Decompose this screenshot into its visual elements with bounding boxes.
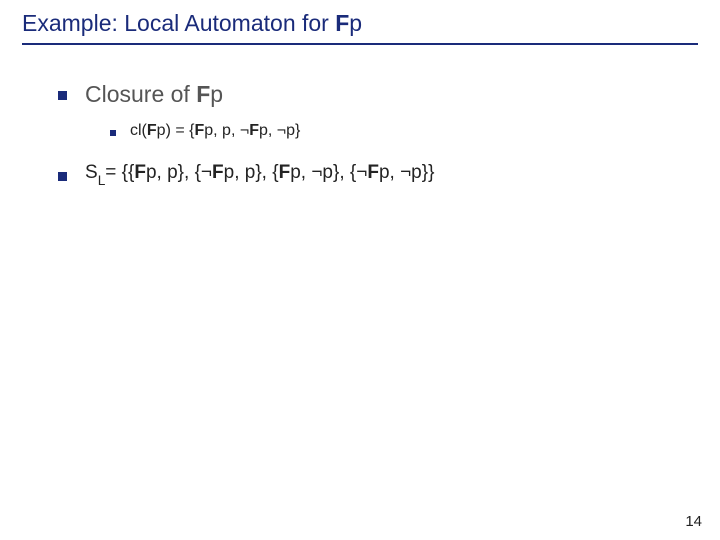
sl-f4: F <box>367 162 379 183</box>
slide-title: Example: Local Automaton for Fp <box>22 10 362 36</box>
cl-d: F <box>194 122 204 139</box>
closure-fp-bold: F <box>196 81 210 107</box>
sl-definition: SL= {{Fp, p}, {¬Fp, p}, {Fp, ¬p}, {¬Fp, … <box>85 162 434 186</box>
bullet-closure: Closure of Fp <box>58 81 720 108</box>
cl-a: cl( <box>130 122 147 139</box>
sl-t1: p, p}, {¬ <box>146 162 212 183</box>
page-number: 14 <box>685 513 702 530</box>
bullet-sl: SL= {{Fp, p}, {¬Fp, p}, {Fp, ¬p}, {¬Fp, … <box>58 162 720 186</box>
sl-t2: p, p}, { <box>224 162 279 183</box>
cl-e: p, p, ¬ <box>204 122 249 139</box>
sl-f2: F <box>212 162 224 183</box>
sl-f3: F <box>279 162 291 183</box>
cl-b: F <box>147 122 157 139</box>
square-bullet-icon <box>110 130 116 136</box>
square-bullet-icon <box>58 91 67 100</box>
sl-s: S <box>85 162 98 183</box>
bullet-closure-definition: cl(Fp) = {Fp, p, ¬Fp, ¬p} <box>110 122 720 140</box>
title-fp-rest: p <box>349 10 362 36</box>
sl-f1: F <box>134 162 146 183</box>
title-area: Example: Local Automaton for Fp <box>0 0 720 37</box>
body: Closure of Fp cl(Fp) = {Fp, p, ¬Fp, ¬p} … <box>0 45 720 186</box>
sl-eq: = {{ <box>105 162 134 183</box>
cl-g: p, ¬p} <box>259 122 300 139</box>
closure-heading: Closure of Fp <box>85 81 223 108</box>
sl-t3: p, ¬p}, {¬ <box>290 162 367 183</box>
closure-definition: cl(Fp) = {Fp, p, ¬Fp, ¬p} <box>130 122 300 140</box>
sl-sub: L <box>98 173 106 188</box>
square-bullet-icon <box>58 172 67 181</box>
closure-prefix: Closure of <box>85 81 196 107</box>
title-prefix: Example: Local Automaton for <box>22 10 335 36</box>
title-fp-bold: F <box>335 10 349 36</box>
cl-f: F <box>249 122 259 139</box>
sl-t4: p, ¬p}} <box>379 162 434 183</box>
cl-c: p) = { <box>157 122 195 139</box>
closure-fp-rest: p <box>210 81 223 107</box>
slide: Example: Local Automaton for Fp Closure … <box>0 0 720 540</box>
